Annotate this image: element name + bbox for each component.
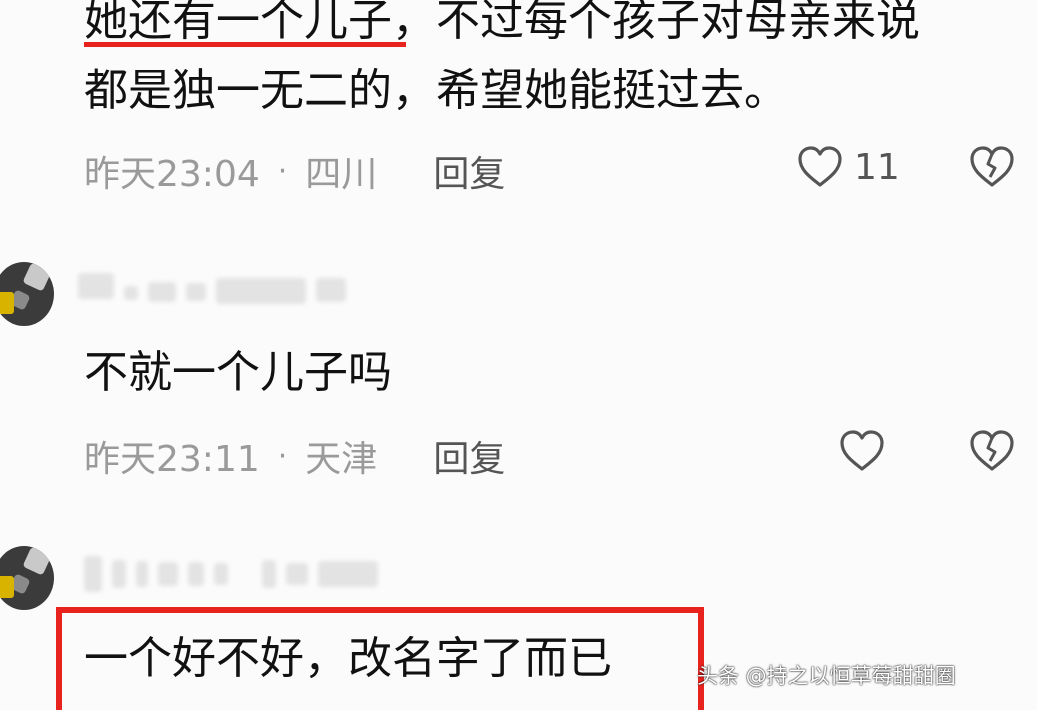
comment-meta: 昨天23:04 · 四川 回复 [84, 145, 505, 197]
like-button[interactable]: 11 [796, 144, 900, 190]
heart-icon [798, 146, 842, 187]
avatar[interactable] [0, 546, 54, 610]
comment-location: 四川 [305, 154, 378, 195]
reply-button[interactable]: 回复 [433, 145, 505, 197]
username-blurred [84, 556, 378, 592]
comment-text-line: 一个好不好，改名字了而已 [84, 633, 612, 684]
meta-separator: · [277, 153, 288, 189]
username-blurred [78, 268, 346, 304]
like-button[interactable] [838, 428, 886, 474]
comment-text-line: 不就一个儿子吗 [84, 347, 392, 398]
comment-time: 昨天23:04 [84, 154, 260, 195]
comment-meta: 昨天23:11 · 天津 回复 [84, 430, 505, 482]
comment-text-line: 都是独一无二的，希望她能挺过去。 [84, 65, 788, 116]
heart-icon [840, 430, 884, 471]
watermark: 头条 @持之以恒草莓甜甜圈 [697, 664, 956, 688]
comment-time: 昨天23:11 [84, 439, 260, 480]
meta-separator: · [277, 438, 288, 474]
dislike-button[interactable] [968, 144, 1016, 194]
highlight-underline [84, 42, 406, 47]
comment-screen: 她还有一个儿子，不过每个孩子对母亲来说 都是独一无二的，希望她能挺过去。 昨天2… [0, 0, 1037, 710]
broken-heart-icon [970, 146, 1014, 187]
dislike-button[interactable] [968, 428, 1016, 478]
avatar[interactable] [0, 262, 54, 326]
comment-location: 天津 [305, 439, 378, 480]
broken-heart-icon [970, 430, 1014, 471]
reply-button[interactable]: 回复 [433, 430, 505, 482]
like-count: 11 [854, 146, 900, 188]
